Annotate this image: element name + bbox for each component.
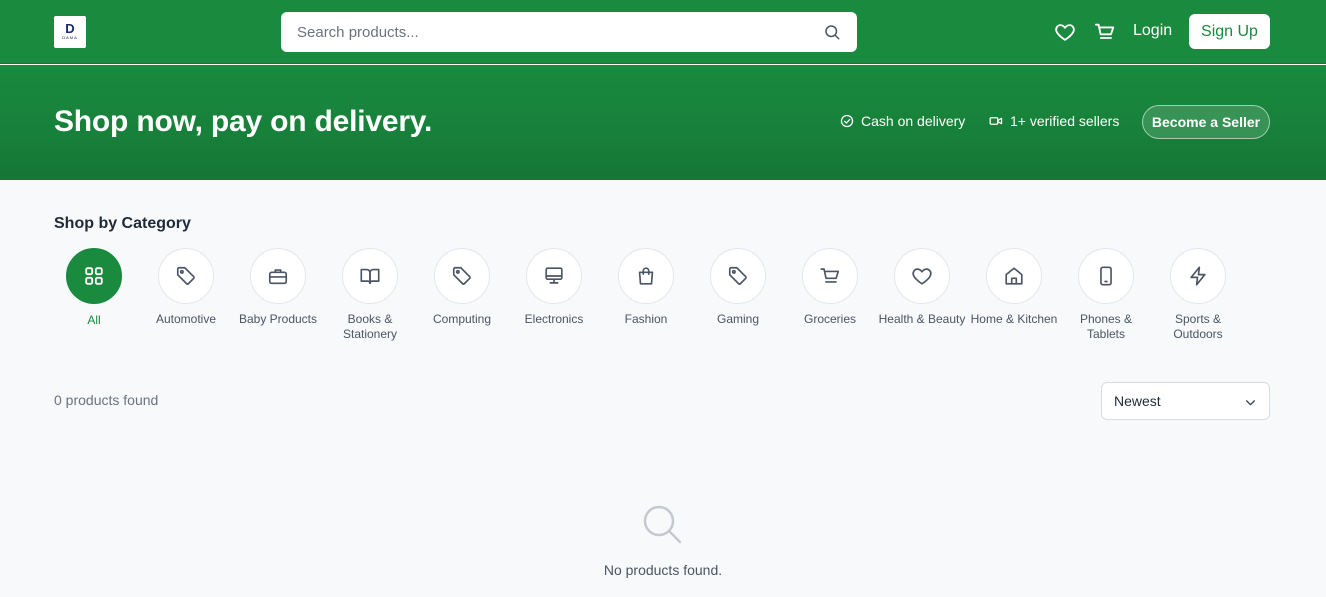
tag-icon xyxy=(728,266,747,285)
sort-selected-value: Newest xyxy=(1114,393,1161,409)
cart-icon[interactable] xyxy=(1094,21,1116,43)
category-icon-circle xyxy=(158,248,214,304)
category-label: Phones & Tablets xyxy=(1079,312,1133,341)
category-icon-circle xyxy=(434,248,490,304)
home-icon xyxy=(1005,267,1023,285)
category-baby-products[interactable]: Baby Products xyxy=(232,248,324,327)
search-bar xyxy=(281,12,857,52)
site-logo[interactable]: D DAMA xyxy=(54,16,86,48)
category-label: Baby Products xyxy=(238,312,318,326)
lightning-icon xyxy=(1190,266,1206,286)
search-icon[interactable] xyxy=(823,23,841,41)
category-icon-circle xyxy=(1170,248,1226,304)
category-icon-circle xyxy=(1078,248,1134,304)
hero-banner: Shop now, pay on delivery. Cash on deliv… xyxy=(0,65,1326,180)
wishlist-heart-icon[interactable] xyxy=(1054,21,1076,43)
category-section-title: Shop by Category xyxy=(54,215,191,232)
category-automotive[interactable]: Automotive xyxy=(140,248,232,327)
become-seller-button[interactable]: Become a Seller xyxy=(1142,105,1270,139)
category-icon-circle xyxy=(710,248,766,304)
category-icon-circle xyxy=(526,248,582,304)
category-phones-tablets[interactable]: Phones & Tablets xyxy=(1060,248,1152,342)
tag-icon xyxy=(176,266,195,285)
category-icon-circle xyxy=(66,248,122,304)
cart-icon xyxy=(820,268,840,283)
category-label: All xyxy=(87,313,101,327)
sort-select[interactable]: Newest xyxy=(1101,382,1270,420)
category-label: Automotive xyxy=(155,312,217,326)
category-books-stationery[interactable]: Books & Stationery xyxy=(324,248,416,342)
category-label: Fashion xyxy=(624,312,668,326)
monitor-icon xyxy=(545,267,563,284)
heart-icon xyxy=(912,268,932,285)
category-fashion[interactable]: Fashion xyxy=(600,248,692,327)
top-nav-bar: D DAMA Login Sign Up xyxy=(0,0,1326,64)
category-icon-circle xyxy=(802,248,858,304)
category-health-beauty[interactable]: Health & Beauty xyxy=(876,248,968,327)
category-label: Computing xyxy=(432,312,492,326)
category-label: Home & Kitchen xyxy=(970,312,1058,326)
category-electronics[interactable]: Electronics xyxy=(508,248,600,327)
login-link[interactable]: Login xyxy=(1133,22,1172,40)
category-icon-circle xyxy=(250,248,306,304)
smartphone-icon xyxy=(1100,266,1112,286)
chevron-down-icon xyxy=(1246,400,1255,406)
tag-icon xyxy=(452,266,471,285)
sign-up-button[interactable]: Sign Up xyxy=(1189,14,1270,49)
hero-title: Shop now, pay on delivery. xyxy=(54,105,433,138)
hero-feature-sellers: 1+ verified sellers xyxy=(989,113,1119,129)
logo-text: DAMA xyxy=(62,35,78,40)
category-label: Health & Beauty xyxy=(878,312,966,326)
product-count: 0 products found xyxy=(54,392,159,408)
category-sports-outdoors[interactable]: Sports & Outdoors xyxy=(1152,248,1244,342)
hero-feature-label: Cash on delivery xyxy=(861,113,966,129)
category-icon-circle xyxy=(342,248,398,304)
empty-search-icon xyxy=(643,505,682,544)
hero-feature-label: 1+ verified sellers xyxy=(1010,113,1120,129)
category-label: Groceries xyxy=(803,312,856,326)
grid-icon xyxy=(85,267,103,285)
category-groceries[interactable]: Groceries xyxy=(784,248,876,327)
book-open-icon xyxy=(360,268,380,285)
category-all[interactable]: All xyxy=(48,248,140,328)
category-computing[interactable]: Computing xyxy=(416,248,508,327)
category-label: Books & Stationery xyxy=(342,312,398,341)
category-home-kitchen[interactable]: Home & Kitchen xyxy=(968,248,1060,327)
toolbox-icon xyxy=(268,269,288,285)
category-label: Gaming xyxy=(716,312,760,326)
category-label: Sports & Outdoors xyxy=(1173,312,1223,341)
logo-mark: D xyxy=(65,21,75,36)
check-circle-icon xyxy=(840,114,854,128)
category-icon-circle xyxy=(618,248,674,304)
category-label: Electronics xyxy=(524,312,584,326)
category-icon-circle xyxy=(986,248,1042,304)
shopping-bag-icon xyxy=(638,267,654,285)
search-input[interactable] xyxy=(297,22,797,42)
video-camera-icon xyxy=(989,117,1003,125)
category-icon-circle xyxy=(894,248,950,304)
category-gaming[interactable]: Gaming xyxy=(692,248,784,327)
hero-feature-cod: Cash on delivery xyxy=(840,113,965,129)
empty-state-message: No products found. xyxy=(603,562,723,578)
